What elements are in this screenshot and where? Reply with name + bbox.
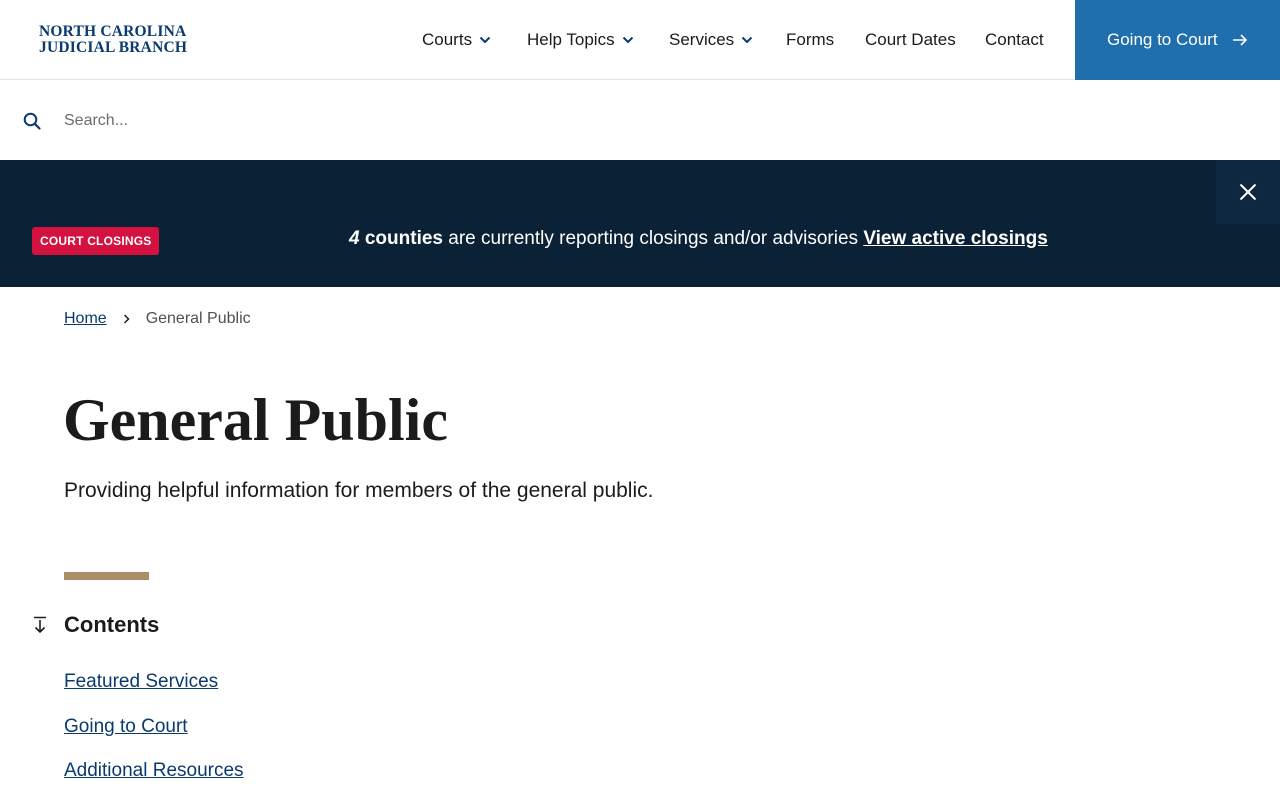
contents-heading: Contents — [64, 612, 160, 637]
chevron-down-icon — [622, 36, 633, 44]
search-input[interactable] — [64, 108, 1244, 134]
nav-contact-label: Contact — [985, 30, 1044, 49]
nav-services[interactable]: Services — [669, 30, 753, 50]
nav-courts-label: Courts — [422, 30, 473, 49]
page-lead: Providing helpful information for member… — [64, 479, 654, 502]
logo-line-2: JUDICIAL BRANCH — [39, 39, 188, 56]
alert-counties: counties — [364, 228, 443, 249]
alert-message: 4 counties are currently reporting closi… — [349, 228, 1048, 250]
list-item: Going to Court — [64, 716, 244, 761]
page-title: General Public — [63, 387, 448, 453]
site-header: NORTH CAROLINA JUDICIAL BRANCH Courts He… — [0, 0, 1280, 80]
going-to-court-label: Going to Court — [1107, 30, 1218, 49]
breadcrumb: Home General Public — [64, 310, 251, 328]
contents-list: Featured Services Going to Court Additio… — [64, 671, 244, 800]
logo-line-1: NORTH CAROLINA — [39, 23, 187, 40]
nav-help-topics-label: Help Topics — [527, 30, 615, 49]
accent-divider — [64, 572, 149, 580]
nav-services-label: Services — [669, 30, 735, 49]
search-bar — [0, 81, 1280, 160]
arrow-right-icon — [1232, 34, 1247, 46]
court-closings-alert — [0, 160, 1280, 287]
search-icon[interactable] — [23, 112, 41, 130]
nav-help-topics[interactable]: Help Topics — [527, 30, 634, 50]
view-active-closings-link[interactable]: View active closings — [863, 228, 1047, 249]
breadcrumb-home-link[interactable]: Home — [64, 310, 107, 328]
close-icon — [1239, 183, 1257, 201]
arrow-down-to-line-icon[interactable] — [32, 616, 48, 634]
chevron-down-icon — [479, 36, 491, 44]
nav-contact[interactable]: Contact — [985, 30, 1044, 50]
nav-courts[interactable]: Courts — [422, 30, 491, 50]
nav-forms-label: Forms — [786, 30, 835, 49]
site-logo[interactable]: NORTH CAROLINA JUDICIAL BRANCH — [39, 24, 187, 56]
breadcrumb-current: General Public — [145, 310, 251, 327]
nav-court-dates[interactable]: Court Dates — [865, 30, 956, 50]
contents-link-featured-services[interactable]: Featured Services — [64, 671, 218, 692]
nav-court-dates-label: Court Dates — [865, 30, 956, 49]
court-closings-badge: COURT CLOSINGS — [32, 227, 160, 255]
chevron-down-icon — [741, 36, 753, 44]
list-item: Featured Services — [64, 671, 244, 716]
alert-count: 4 — [349, 228, 360, 249]
chevron-right-icon — [123, 314, 130, 324]
going-to-court-button[interactable]: Going to Court — [1075, 0, 1280, 80]
close-alert-button[interactable] — [1216, 160, 1280, 224]
nav-forms[interactable]: Forms — [786, 30, 834, 50]
contents-link-going-to-court[interactable]: Going to Court — [64, 716, 188, 737]
alert-text: are currently reporting closings and/or … — [448, 228, 859, 249]
contents-link-additional-resources[interactable]: Additional Resources — [64, 760, 244, 781]
list-item: Additional Resources — [64, 760, 244, 800]
